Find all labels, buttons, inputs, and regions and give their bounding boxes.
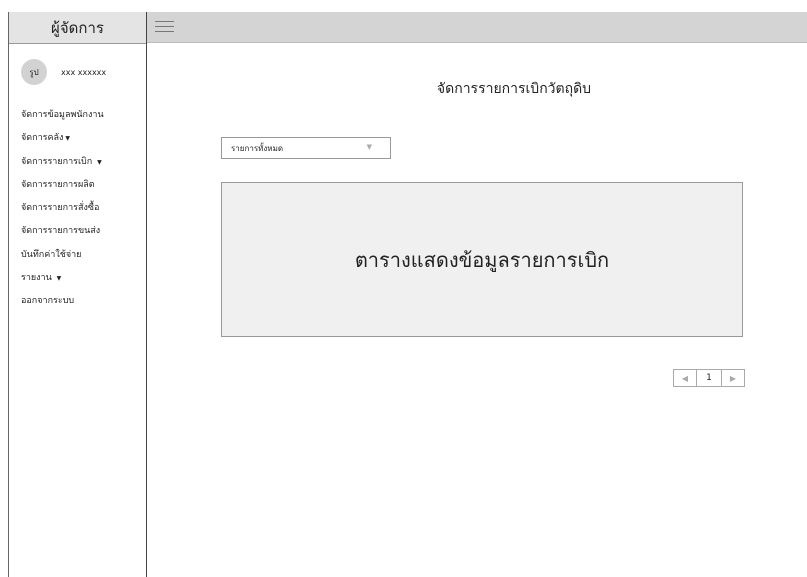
- username: xxx xxxxxx: [61, 67, 107, 77]
- sidebar-item-label: ออกจากระบบ: [21, 296, 75, 307]
- sidebar-item-reports[interactable]: รายงาน ▼: [21, 272, 104, 295]
- caret-down-icon: ▼: [65, 135, 71, 143]
- sidebar-item-shipping[interactable]: จัดการรายการขนส่ง: [21, 225, 104, 248]
- filter-dropdown[interactable]: รายการทั้งหมด ▼: [221, 137, 391, 159]
- sidebar-item-expenses[interactable]: บันทึกค่าใช้จ่าย: [21, 249, 104, 272]
- filter-selected-value: รายการทั้งหมด: [231, 143, 284, 153]
- caret-down-icon: ▼: [56, 275, 62, 283]
- sidebar-item-inventory[interactable]: จัดการคลัง ▼: [21, 132, 104, 155]
- sidebar-item-label: รายงาน: [21, 273, 52, 284]
- sidebar-item-label: จัดการรายการผลิต: [21, 179, 95, 190]
- sidebar-item-label: จัดการรายการเบิก: [21, 156, 93, 167]
- withdrawal-table: ตารางแสดงข้อมูลรายการเบิก: [221, 182, 743, 337]
- sidebar-title: ผู้จัดการ: [9, 12, 146, 44]
- next-page-button[interactable]: ▶: [722, 370, 744, 386]
- sidebar-item-label: จัดการคลัง: [21, 133, 64, 144]
- user-profile: รูป xxx xxxxxx: [21, 59, 106, 85]
- prev-page-button[interactable]: ◀: [674, 370, 696, 386]
- avatar[interactable]: รูป: [21, 59, 47, 85]
- sidebar-item-label: จัดการรายการขนส่ง: [21, 226, 101, 237]
- sidebar: ผู้จัดการ รูป xxx xxxxxx จัดการข้อมูลพนั…: [8, 12, 147, 577]
- top-bar: [147, 12, 807, 43]
- sidebar-item-production[interactable]: จัดการรายการผลิต: [21, 179, 104, 202]
- sidebar-item-withdrawals[interactable]: จัดการรายการเบิก ▼: [21, 156, 104, 179]
- triangle-down-icon: ▼: [366, 143, 372, 151]
- caret-down-icon: ▼: [97, 158, 102, 166]
- sidebar-item-purchase-orders[interactable]: จัดการรายการสั่งซื้อ: [21, 202, 104, 225]
- pagination: ◀ 1 ▶: [673, 369, 745, 387]
- page-title: จัดการรายการเบิกวัตถุดิบ: [436, 81, 592, 97]
- sidebar-item-label: บันทึกค่าใช้จ่าย: [21, 249, 82, 260]
- sidebar-item-label: จัดการข้อมูลพนักงาน: [21, 110, 104, 120]
- sidebar-item-logout[interactable]: ออกจากระบบ: [21, 295, 104, 318]
- app-window: ผู้จัดการ รูป xxx xxxxxx จัดการข้อมูลพนั…: [8, 12, 807, 577]
- sidebar-item-employees[interactable]: จัดการข้อมูลพนักงาน: [21, 109, 104, 132]
- sidebar-menu: จัดการข้อมูลพนักงาน จัดการคลัง ▼ จัดการรา…: [21, 109, 104, 319]
- page-number-button[interactable]: 1: [696, 370, 722, 386]
- hamburger-menu-icon[interactable]: [155, 21, 174, 33]
- sidebar-item-label: จัดการรายการสั่งซื้อ: [21, 203, 100, 214]
